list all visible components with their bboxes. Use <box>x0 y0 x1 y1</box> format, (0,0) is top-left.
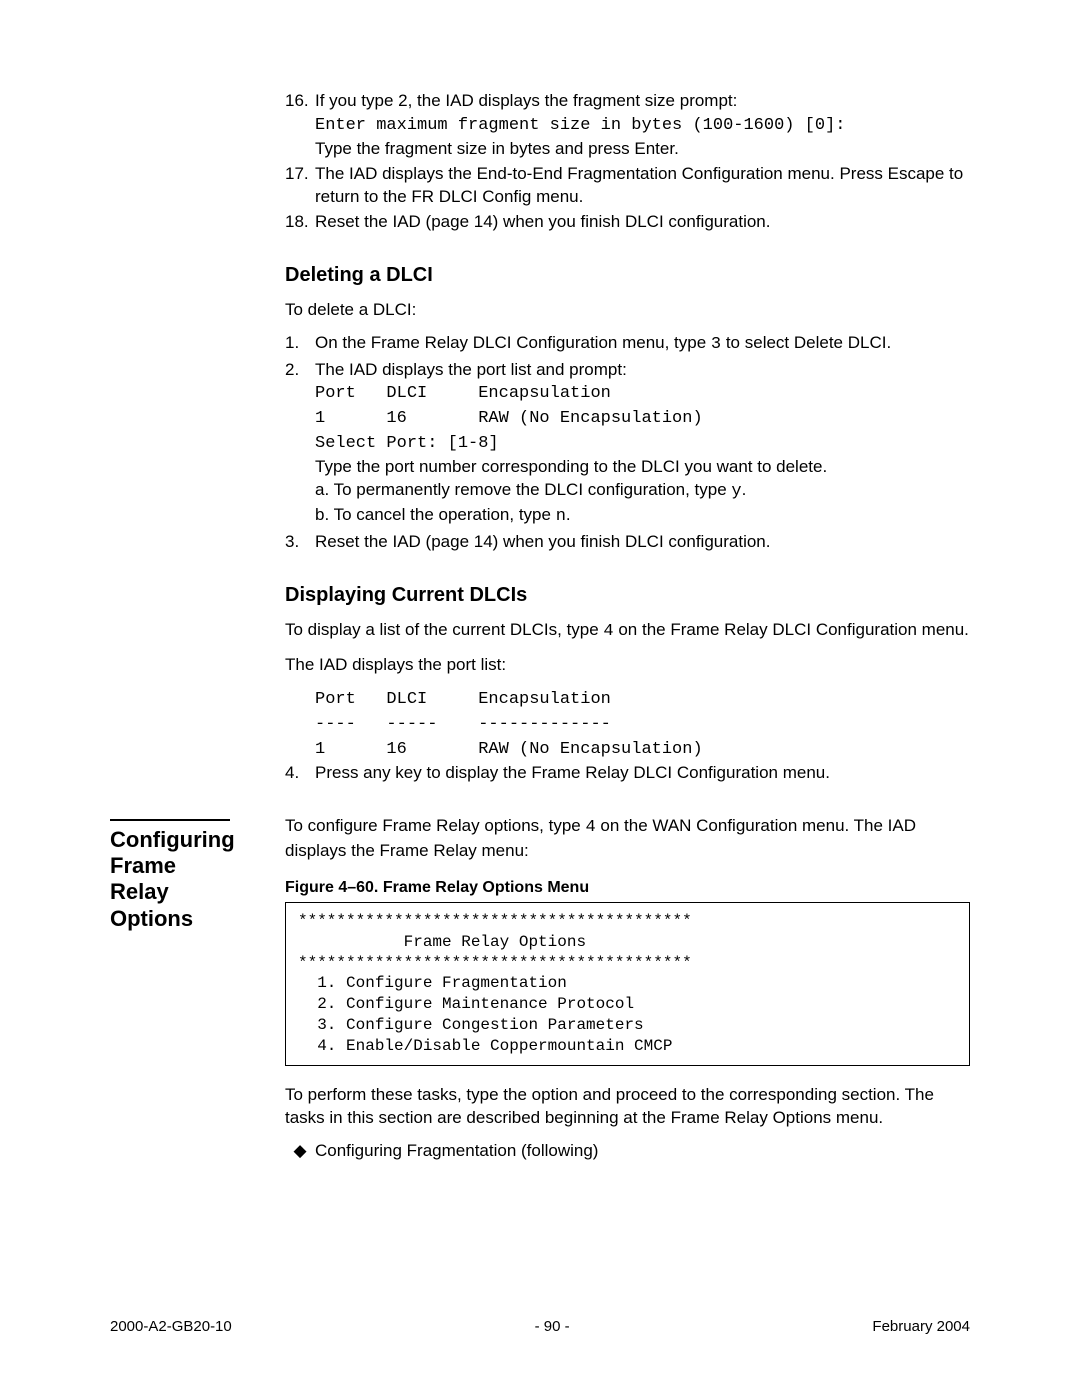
code-inline: 4 <box>585 818 595 837</box>
code-inline: 3 <box>711 335 721 354</box>
display-dlci-section: Displaying Current DLCIs To display a li… <box>110 556 970 787</box>
diamond-bullet-icon: ◆ <box>285 1140 315 1163</box>
code-inline: n <box>556 507 566 526</box>
step-text: Type the fragment size in bytes and pres… <box>315 139 679 158</box>
terminal-menu-box: ****************************************… <box>285 902 970 1066</box>
step-number: 18. <box>285 211 315 234</box>
display-step-4: 4. Press any key to display the Frame Re… <box>285 762 970 785</box>
step-16: 16. If you type 2, the IAD displays the … <box>285 90 970 161</box>
step-number: 2. <box>285 359 315 530</box>
step-text: to select Delete DLCI. <box>721 333 891 352</box>
figure-caption: Figure 4–60. Frame Relay Options Menu <box>285 877 970 899</box>
code-line: Enter maximum fragment size in bytes (10… <box>315 116 846 135</box>
sidebar-heading: Configuring Frame Relay Options <box>110 819 230 933</box>
configure-section: Configuring Frame Relay Options To confi… <box>110 815 970 1163</box>
step-text: Reset the IAD (page 14) when you finish … <box>315 531 970 554</box>
page-footer: 2000-A2-GB20-10 - 90 - February 2004 <box>110 1317 970 1337</box>
step-number: 1. <box>285 332 315 357</box>
paragraph-text: To display a list of the current DLCIs, … <box>285 620 603 639</box>
substep-a: a. To permanently remove the DLCI config… <box>315 480 731 499</box>
footer-left: 2000-A2-GB20-10 <box>110 1317 232 1337</box>
step-number: 16. <box>285 90 315 161</box>
code-inline: y <box>731 482 741 501</box>
step-number: 17. <box>285 163 315 209</box>
step-17: 17. The IAD displays the End-to-End Frag… <box>285 163 970 209</box>
step-text: On the Frame Relay DLCI Configuration me… <box>315 333 711 352</box>
substep-a-post: . <box>742 480 747 499</box>
intro-text: To delete a DLCI: <box>285 299 970 322</box>
delete-step-2: 2. The IAD displays the port list and pr… <box>285 359 970 530</box>
paragraph-text: To perform these tasks, type the option … <box>285 1084 970 1130</box>
step-text: If you type 2, the IAD displays the frag… <box>315 91 737 110</box>
step-number: 3. <box>285 531 315 554</box>
step-18: 18. Reset the IAD (page 14) when you fin… <box>285 211 970 234</box>
bullet-item: ◆ Configuring Fragmentation (following) <box>285 1140 970 1163</box>
step-text: The IAD displays the End-to-End Fragment… <box>315 163 970 209</box>
step-text: The IAD displays the port list and promp… <box>315 360 627 379</box>
substep-b: b. To cancel the operation, type <box>315 505 556 524</box>
footer-date: February 2004 <box>872 1317 970 1337</box>
step-text: Type the port number corresponding to th… <box>315 457 827 476</box>
paragraph-text: The IAD displays the port list: <box>285 654 970 677</box>
step-number: 4. <box>285 762 315 785</box>
footer-page-number: - 90 - <box>535 1317 570 1337</box>
step-text: Reset the IAD (page 14) when you finish … <box>315 211 970 234</box>
code-block: Port DLCI Encapsulation 1 16 RAW (No Enc… <box>315 384 703 453</box>
paragraph-text: on the Frame Relay DLCI Configuration me… <box>614 620 969 639</box>
delete-dlci-section: Deleting a DLCI To delete a DLCI: 1. On … <box>110 236 970 556</box>
delete-step-1: 1. On the Frame Relay DLCI Configuration… <box>285 332 970 357</box>
code-inline: 4 <box>603 622 613 641</box>
substep-b-post: . <box>566 505 571 524</box>
bullet-text: Configuring Fragmentation (following) <box>315 1140 598 1163</box>
paragraph-text: To configure Frame Relay options, type <box>285 816 585 835</box>
code-block: Port DLCI Encapsulation ---- ----- -----… <box>315 690 703 759</box>
steps-block: 16. If you type 2, the IAD displays the … <box>110 90 970 236</box>
delete-step-3: 3. Reset the IAD (page 14) when you fini… <box>285 531 970 554</box>
step-text: Press any key to display the Frame Relay… <box>315 762 970 785</box>
section-heading: Deleting a DLCI <box>285 262 970 289</box>
section-heading: Displaying Current DLCIs <box>285 582 970 609</box>
document-page: 16. If you type 2, the IAD displays the … <box>0 0 1080 1397</box>
